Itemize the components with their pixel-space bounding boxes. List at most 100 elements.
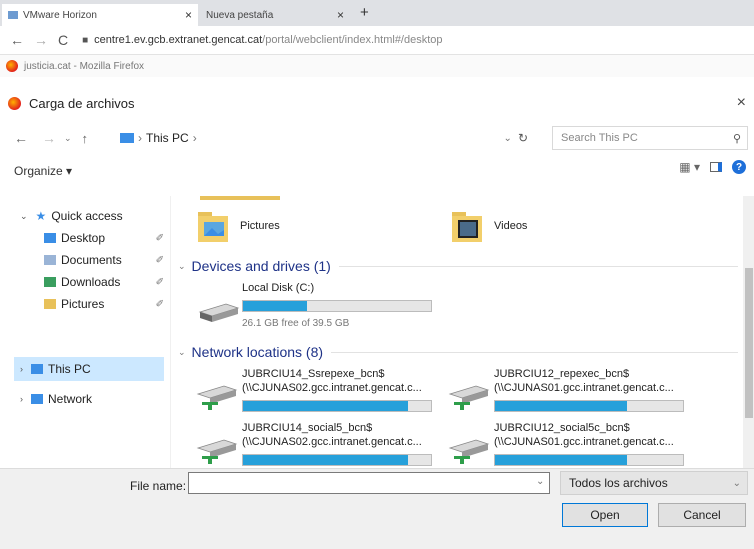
network-usage-bar bbox=[242, 400, 432, 412]
pin-icon[interactable]: ✐ bbox=[156, 255, 164, 266]
folder-name: Pictures bbox=[240, 220, 280, 232]
close-tab-icon[interactable]: × bbox=[185, 8, 192, 22]
close-tab-icon[interactable]: × bbox=[337, 8, 344, 22]
dialog-titlebar: Carga de archivos bbox=[0, 88, 754, 118]
breadcrumb[interactable]: › This PC › ⌄ ↻ bbox=[120, 126, 530, 150]
cancel-button[interactable]: Cancel bbox=[658, 503, 746, 527]
open-button[interactable]: Open bbox=[562, 503, 648, 527]
reload-icon[interactable]: C bbox=[58, 32, 68, 48]
recent-dropdown-icon[interactable]: ⌄ bbox=[64, 133, 72, 144]
browser-nav-bar: ← → C ■ centre1.ev.gcb.extranet.gencat.c… bbox=[0, 26, 754, 55]
nav-item-this-pc[interactable]: › This PC bbox=[20, 358, 91, 380]
nav-item-network-row[interactable]: › Network bbox=[20, 388, 92, 410]
back-icon[interactable]: ← bbox=[10, 32, 24, 48]
drive-name: Local Disk (C:) bbox=[242, 282, 315, 294]
chevron-down-icon: ⌄ bbox=[732, 477, 741, 489]
network-location[interactable]: JUBRCIU14_Ssrepexe_bcn$ (\\CJUNAS02.gcc.… bbox=[196, 368, 446, 414]
view-options-icon[interactable]: ▦ ▾ bbox=[679, 160, 700, 174]
file-name-input[interactable] bbox=[188, 472, 550, 494]
pin-icon[interactable]: ✐ bbox=[156, 277, 164, 288]
nav-label: Desktop bbox=[61, 231, 106, 245]
nav-item-documents[interactable]: Documents ✐ bbox=[44, 249, 164, 271]
expand-chevron-icon[interactable]: ⌄ bbox=[20, 211, 28, 222]
tab-new[interactable]: Nueva pestaña × bbox=[200, 4, 350, 26]
nav-label: This PC bbox=[48, 362, 91, 376]
network-usage-fill bbox=[243, 401, 409, 411]
firefox-window-title: justicia.cat - Mozilla Firefox bbox=[24, 60, 145, 72]
expand-chevron-icon[interactable]: › bbox=[20, 394, 23, 404]
documents-folder-icon bbox=[44, 255, 56, 265]
url-host: centre1.ev.gcb.extranet.gencat.cat bbox=[94, 34, 263, 46]
tab-label: VMware Horizon bbox=[23, 9, 97, 21]
breadcrumb-item[interactable]: This PC bbox=[146, 131, 189, 145]
network-usage-fill bbox=[495, 455, 627, 465]
breadcrumb-separator-icon: › bbox=[138, 131, 142, 145]
firefox-icon bbox=[6, 60, 18, 72]
browser-tab-bar: VMware Horizon × Nueva pestaña × + bbox=[0, 0, 754, 26]
file-type-select[interactable]: Todos los archivos ⌄ bbox=[560, 471, 748, 495]
expand-chevron-icon[interactable]: › bbox=[20, 364, 23, 374]
breadcrumb-chevron-icon[interactable]: › bbox=[193, 131, 197, 145]
address-dropdown-icon[interactable]: ⌄ bbox=[504, 133, 512, 144]
file-type-value: Todos los archivos bbox=[569, 476, 668, 490]
drive-local-disk[interactable]: Local Disk (C:) 26.1 GB free of 39.5 GB bbox=[196, 282, 436, 332]
forward-icon[interactable]: → bbox=[34, 32, 48, 48]
pin-icon[interactable]: ✐ bbox=[156, 299, 164, 310]
network-usage-bar bbox=[242, 454, 432, 466]
organize-button[interactable]: Organize ▾ bbox=[14, 164, 72, 178]
network-name: JUBRCIU12_repexec_bcn$ bbox=[494, 368, 630, 380]
collapse-chevron-icon[interactable]: ⌄ bbox=[178, 347, 186, 358]
tab-label: Nueva pestaña bbox=[206, 9, 274, 21]
nav-item-pictures[interactable]: Pictures ✐ bbox=[44, 293, 164, 315]
group-divider bbox=[331, 351, 738, 353]
folder-videos[interactable]: Videos bbox=[450, 204, 690, 248]
new-tab-button[interactable]: + bbox=[360, 4, 369, 21]
folder-pictures[interactable]: Pictures bbox=[196, 204, 436, 248]
dialog-close-icon[interactable]: × bbox=[737, 94, 746, 112]
firefox-window-titlebar: justicia.cat - Mozilla Firefox bbox=[0, 55, 754, 77]
address-bar[interactable]: centre1.ev.gcb.extranet.gencat.cat/porta… bbox=[94, 34, 442, 46]
drive-usage-fill bbox=[243, 301, 307, 311]
scrollbar-thumb[interactable] bbox=[745, 268, 753, 418]
nav-item-quick-access[interactable]: ⌄ ★ Quick access bbox=[20, 205, 123, 227]
network-location[interactable]: JUBRCIU12_repexec_bcn$ (\\CJUNAS01.gcc.i… bbox=[448, 368, 698, 414]
network-location[interactable]: JUBRCIU12_social5c_bcn$ (\\CJUNAS01.gcc.… bbox=[448, 422, 698, 468]
lock-icon: ■ bbox=[82, 34, 89, 46]
network-name: JUBRCIU14_social5_bcn$ bbox=[242, 422, 373, 434]
collapse-chevron-icon[interactable]: ⌄ bbox=[178, 261, 186, 272]
group-title: Network locations (8) bbox=[191, 344, 324, 360]
star-icon: ★ bbox=[35, 209, 47, 223]
partial-folder-top bbox=[200, 196, 280, 200]
search-icon: ⚲ bbox=[732, 132, 741, 145]
refresh-icon[interactable]: ↻ bbox=[518, 131, 528, 145]
up-icon[interactable]: ↑ bbox=[82, 131, 89, 146]
forward-icon[interactable]: → bbox=[42, 130, 56, 146]
file-name-label: File name: bbox=[130, 479, 187, 493]
help-icon[interactable]: ? bbox=[732, 160, 746, 174]
nav-label: Pictures bbox=[61, 297, 105, 311]
group-header-network[interactable]: ⌄ Network locations (8) bbox=[178, 344, 738, 360]
group-header-devices[interactable]: ⌄ Devices and drives (1) bbox=[178, 258, 738, 274]
network-path: (\\CJUNAS01.gcc.intranet.gencat.c... bbox=[494, 382, 674, 394]
dialog-title: Carga de archivos bbox=[29, 95, 135, 111]
search-input[interactable]: Search This PC ⚲ bbox=[552, 126, 748, 150]
network-drive-icon bbox=[196, 439, 238, 464]
nav-item-desktop[interactable]: Desktop ✐ bbox=[44, 227, 164, 249]
search-placeholder: Search This PC bbox=[561, 132, 638, 144]
hard-drive-icon bbox=[198, 303, 240, 322]
this-pc-icon bbox=[120, 133, 134, 143]
nav-label: Downloads bbox=[61, 275, 121, 289]
network-location[interactable]: JUBRCIU14_social5_bcn$ (\\CJUNAS02.gcc.i… bbox=[196, 422, 446, 468]
tab-vmware-horizon[interactable]: VMware Horizon × bbox=[2, 4, 198, 26]
preview-pane-icon[interactable] bbox=[710, 162, 722, 172]
network-name: JUBRCIU14_Ssrepexe_bcn$ bbox=[242, 368, 385, 380]
videos-folder-icon bbox=[452, 212, 482, 242]
file-name-dropdown-icon[interactable]: ⌄ bbox=[536, 476, 544, 487]
back-icon[interactable]: ← bbox=[14, 130, 28, 146]
downloads-folder-icon bbox=[44, 277, 56, 287]
pin-icon[interactable]: ✐ bbox=[156, 233, 164, 244]
this-pc-icon bbox=[31, 364, 43, 374]
network-drive-icon bbox=[448, 439, 490, 464]
nav-item-downloads[interactable]: Downloads ✐ bbox=[44, 271, 164, 293]
nav-label: Network bbox=[48, 392, 93, 406]
